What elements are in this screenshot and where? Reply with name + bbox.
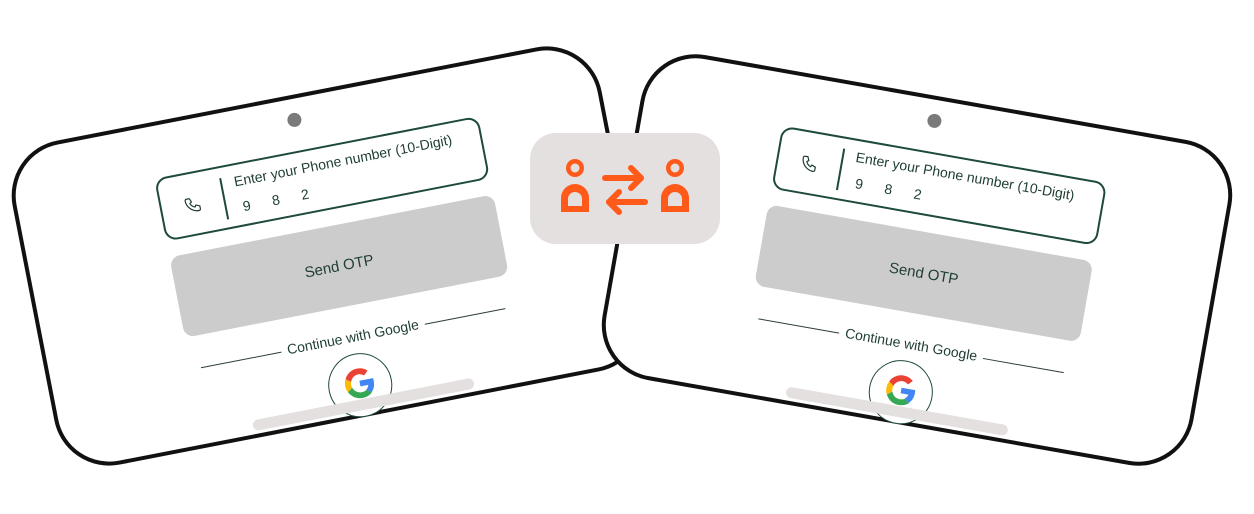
phone-icon [180,192,206,218]
phone-icon [796,151,821,176]
user-icon [561,158,589,212]
field-divider [219,177,230,220]
user-icon [661,158,689,212]
camera-dot [286,111,303,129]
account-swap-badge[interactable] [530,133,720,244]
phone-field-value[interactable]: 9 8 2 [854,175,932,204]
camera-dot [926,112,943,130]
phone-field-value[interactable]: 9 8 2 [241,184,319,214]
left-device-frame: Enter your Phone number (10-Digit) 9 8 2… [2,36,654,476]
phone-field-label: Enter your Phone number (10-Digit) [232,131,454,190]
right-device-frame: Enter your Phone number (10-Digit) 9 8 2… [592,45,1242,475]
swap-arrows-icon [602,164,648,215]
field-divider [835,148,846,191]
